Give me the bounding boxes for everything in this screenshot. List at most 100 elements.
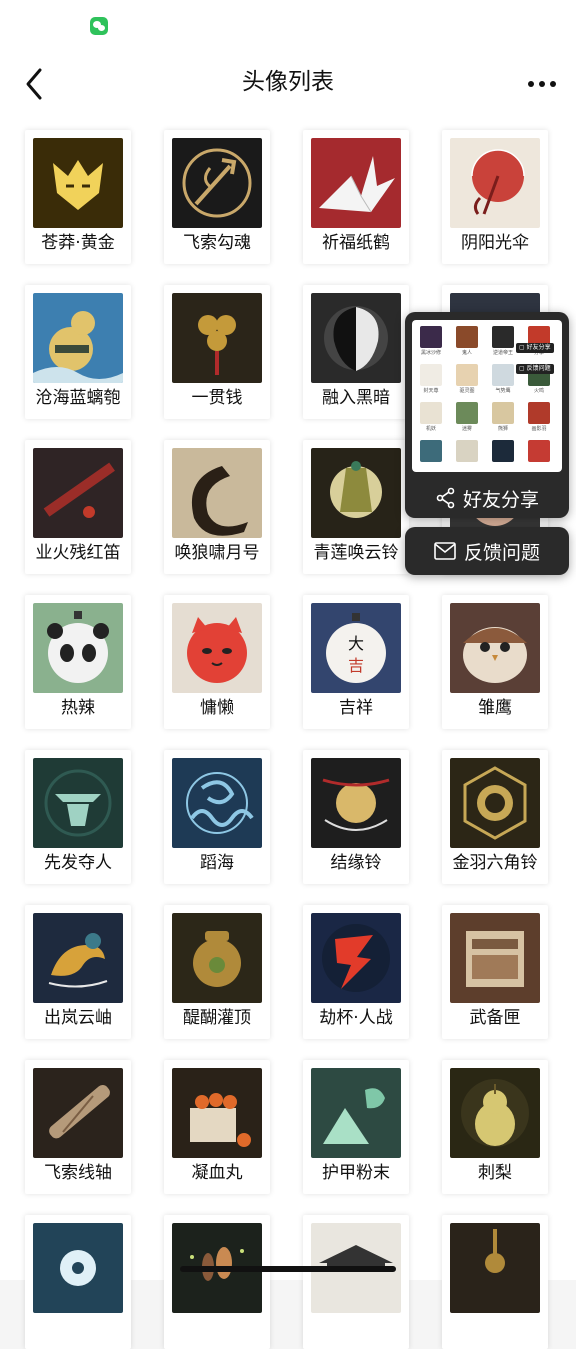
avatar-card[interactable]: 唤狼啸月号 xyxy=(164,440,270,574)
mini-avatar-label: 机妖 xyxy=(425,426,436,432)
avatar-label: 凝血丸 xyxy=(191,1163,243,1183)
feedback-button[interactable]: 反馈问题 xyxy=(405,527,569,575)
avatar-label: 热辣 xyxy=(61,698,95,718)
panda-lantern-icon xyxy=(33,603,123,693)
half-mask-icon xyxy=(311,293,401,383)
avatar-card[interactable]: 阴阳光伞 xyxy=(442,130,548,264)
avatar-card[interactable] xyxy=(303,1215,409,1349)
mini-avatar-label: 逆道帝王 xyxy=(492,350,513,356)
mini-avatar-thumb xyxy=(492,364,514,386)
avatar-card[interactable]: 先发夺人 xyxy=(25,750,131,884)
avatar-card[interactable]: 飞索勾魂 xyxy=(164,130,270,264)
avatar-card[interactable]: 业火残红笛 xyxy=(25,440,131,574)
more-button[interactable] xyxy=(522,64,562,104)
mini-avatar-thumb xyxy=(420,402,442,424)
avatar-card[interactable]: 热辣 xyxy=(25,595,131,729)
horn-icon xyxy=(172,448,262,538)
avatar-card[interactable]: 劫杯·人战 xyxy=(303,905,409,1039)
qilin-icon xyxy=(33,913,123,1003)
avatar-label: 慵懒 xyxy=(200,698,234,718)
avatar-card[interactable]: 蹈海 xyxy=(164,750,270,884)
avatar-label: 刺梨 xyxy=(478,1163,512,1183)
mini-avatar-label: 黑冰沙修 xyxy=(420,350,441,356)
mini-avatar-thumb xyxy=(456,440,478,462)
svg-text:大: 大 xyxy=(348,634,364,653)
avatar-label: 蹈海 xyxy=(200,853,234,873)
avatar-label: 飞索勾魂 xyxy=(183,233,251,253)
more-dots-icon xyxy=(528,81,534,87)
avatar-card[interactable] xyxy=(442,1215,548,1349)
avatar-label: 结缘铃 xyxy=(330,853,382,873)
gourd-icon xyxy=(33,293,123,383)
avatar-card[interactable]: 飞索线轴 xyxy=(25,1060,131,1194)
status-bar xyxy=(0,0,576,56)
avatar-card[interactable]: 醍醐灌顶 xyxy=(164,905,270,1039)
wave-dragon-icon xyxy=(172,758,262,848)
knot-bell-icon xyxy=(311,758,401,848)
avatar-grid: 苍莽·黄金 飞索勾魂 祈福纸鹤 阴阳光伞沧海蓝螭匏 一贯钱 融入黑暗业火残红笛 唤狼啸月号 青… xyxy=(0,112,576,1349)
avatar-label: 金羽六角铃 xyxy=(452,853,538,873)
lightning-icon xyxy=(311,913,401,1003)
avatar-card[interactable]: 慵懒 xyxy=(164,595,270,729)
avatar-label: 青莲唤云铃 xyxy=(313,543,399,563)
avatar-card[interactable]: 大吉吉祥 xyxy=(303,595,409,729)
hexagon-bell-icon xyxy=(450,758,540,848)
avatar-label: 武备匣 xyxy=(469,1008,521,1028)
mini-avatar-thumb xyxy=(492,326,514,348)
mini-avatar-label: 驱灵图 xyxy=(459,388,475,394)
avatar-card[interactable]: 祈福纸鹤 xyxy=(303,130,409,264)
avatar-card[interactable]: 青莲唤云铃 xyxy=(303,440,409,574)
avatar-label: 护甲粉末 xyxy=(322,1163,390,1183)
mini-share-chip: ▢ 好友分享 xyxy=(516,343,554,353)
bell-icon xyxy=(311,448,401,538)
mini-avatar-thumb xyxy=(492,440,514,462)
mini-avatar-thumb xyxy=(420,326,442,348)
avatar-label: 先发夺人 xyxy=(44,853,112,873)
mini-avatar-thumb xyxy=(456,364,478,386)
page-title: 头像列表 xyxy=(242,69,334,95)
emblem-icon xyxy=(33,758,123,848)
avatar-card[interactable]: 护甲粉末 xyxy=(303,1060,409,1194)
avatar-card[interactable]: 沧海蓝螭匏 xyxy=(25,285,131,419)
flower-emblem-icon xyxy=(33,1223,123,1313)
mini-feedback-chip: ▢ 反馈问题 xyxy=(516,364,554,374)
avatar-card[interactable]: 雏鹰 xyxy=(442,595,548,729)
avatar-card[interactable]: 出岚云岫 xyxy=(25,905,131,1039)
share-button[interactable]: 好友分享 xyxy=(405,478,569,518)
mini-avatar-thumb xyxy=(528,402,550,424)
avatar-label: 祈福纸鹤 xyxy=(322,233,390,253)
mail-icon xyxy=(434,542,456,560)
golden-demon-mask-icon xyxy=(33,138,123,228)
flute-icon xyxy=(33,448,123,538)
pear-icon xyxy=(450,1068,540,1158)
avatar-label: 唤狼啸月号 xyxy=(174,543,260,563)
avatar-card[interactable]: 金羽六角铃 xyxy=(442,750,548,884)
avatar-label: 醍醐灌顶 xyxy=(183,1008,251,1028)
avatar-card[interactable]: 凝血丸 xyxy=(164,1060,270,1194)
avatar-label: 一贯钱 xyxy=(191,388,243,408)
avatar-label: 沧海蓝螭匏 xyxy=(35,388,121,408)
avatar-card[interactable]: 结缘铃 xyxy=(303,750,409,884)
cat-lantern-icon xyxy=(172,603,262,693)
avatar-card[interactable] xyxy=(25,1215,131,1349)
avatar-label: 劫杯·人战 xyxy=(319,1008,393,1028)
avatar-card[interactable]: 刺梨 xyxy=(442,1060,548,1194)
lantern-top-icon xyxy=(450,1223,540,1313)
avatar-card[interactable]: 融入黑暗 xyxy=(303,285,409,419)
avatar-card[interactable]: 苍莽·黄金 xyxy=(25,130,131,264)
mini-avatar-label: 火鸣 xyxy=(533,388,544,394)
share-panel: 黑冰沙修 鬼人 逆道帝王 分享 封天尊 驱灵图 气势鹰 火鸣 机妖 迷雾 熊狮 画影羽 ▢ 好友分享 ▢ … xyxy=(405,312,569,518)
wechat-icon xyxy=(90,17,108,35)
daikichi-lantern-icon: 大吉 xyxy=(311,603,401,693)
mini-avatar-label: 画影羽 xyxy=(531,426,547,432)
mini-avatar-thumb xyxy=(456,402,478,424)
avatar-card[interactable]: 一贯钱 xyxy=(164,285,270,419)
umbrella-icon xyxy=(450,138,540,228)
mini-avatar-thumb xyxy=(420,364,442,386)
mini-avatar-label: 气势鹰 xyxy=(495,388,511,394)
nav-bar: 头像列表 xyxy=(0,56,576,112)
avatar-card[interactable] xyxy=(164,1215,270,1349)
avatar-card[interactable]: 武备匣 xyxy=(442,905,548,1039)
paper-crane-icon xyxy=(311,138,401,228)
avatar-label: 阴阳光伞 xyxy=(461,233,529,253)
